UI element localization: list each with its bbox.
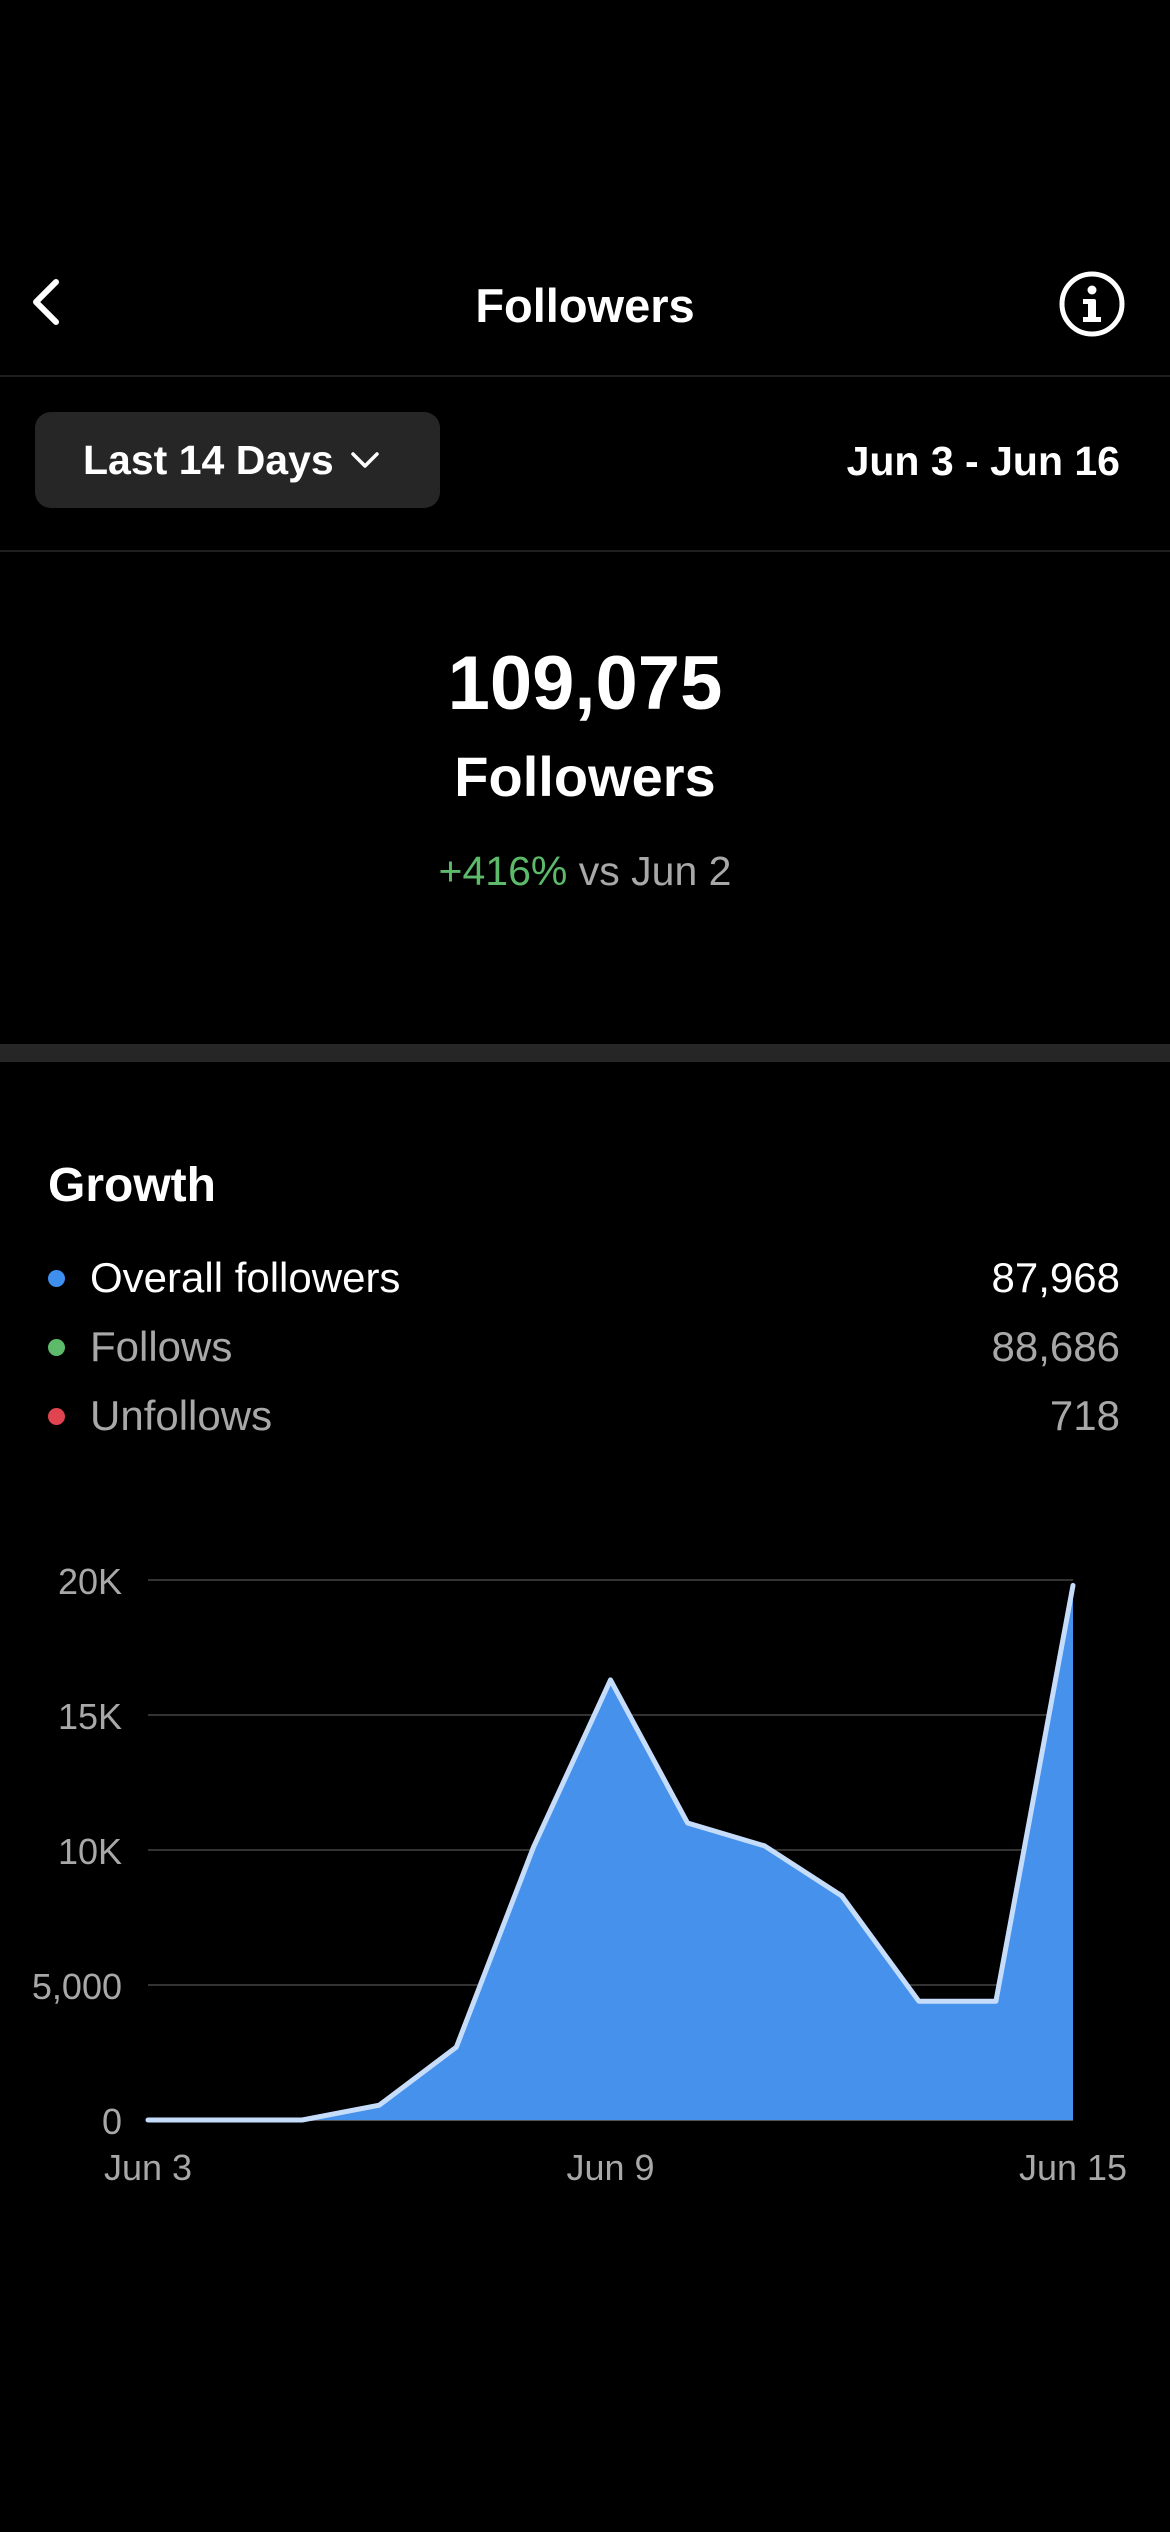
green-dot-icon <box>48 1338 65 1356</box>
date-range-label: Last 14 Days <box>83 436 334 483</box>
follower-count: 109,075 <box>447 641 723 726</box>
section-separator <box>0 1044 1170 1062</box>
y-tick-label: 10K <box>58 1831 122 1872</box>
x-tick-label: Jun 15 <box>1019 2147 1127 2188</box>
header-divider <box>0 375 1170 377</box>
x-tick-label: Jun 9 <box>566 2147 654 2188</box>
nav-bar: Followers <box>0 230 1170 376</box>
data-point <box>918 2000 920 2002</box>
legend-label: Unfollows <box>90 1392 273 1439</box>
y-tick-label: 20K <box>58 1561 122 1602</box>
x-tick-label: Jun 3 <box>104 2147 192 2188</box>
data-point <box>995 2000 997 2002</box>
data-point <box>764 1845 766 1847</box>
date-range-dropdown[interactable]: Last 14 Days <box>35 412 440 508</box>
chevron-down-icon <box>350 452 379 468</box>
red-dot-icon <box>48 1407 65 1425</box>
filter-divider <box>0 550 1170 552</box>
area-fill <box>148 1585 1073 2120</box>
growth-title: Growth <box>48 1159 216 1212</box>
legend-unfollows: Unfollows 718 <box>48 1388 1120 1444</box>
change-comparison: vs Jun 2 <box>567 848 732 894</box>
y-tick-label: 5,000 <box>32 1966 122 2007</box>
growth-chart: 0 5,000 10K 15K 20K Jun 3 Jun 9 Jun 15 <box>32 1561 1127 2188</box>
legend-follows: Follows 88,686 <box>48 1319 1120 1375</box>
page-title: Followers <box>475 279 695 332</box>
legend-value: 87,968 <box>991 1254 1120 1301</box>
legend-value: 718 <box>1049 1392 1120 1439</box>
data-point <box>841 1895 843 1897</box>
data-point <box>224 2119 226 2121</box>
legend-overall-followers: Overall followers 87,968 <box>48 1250 1120 1306</box>
data-point <box>147 2119 149 2121</box>
legend-value: 88,686 <box>991 1323 1120 1370</box>
blue-dot-icon <box>48 1269 65 1287</box>
data-point <box>455 2046 457 2048</box>
info-icon[interactable] <box>1058 270 1126 338</box>
legend-label: Follows <box>90 1323 233 1370</box>
legend-label: Overall followers <box>90 1254 401 1301</box>
data-point <box>610 1679 611 1681</box>
y-tick-label: 0 <box>102 2101 122 2142</box>
data-point <box>532 1846 534 1848</box>
data-point <box>1072 1584 1074 1586</box>
data-point <box>301 2119 303 2121</box>
y-tick-label: 15K <box>58 1696 122 1737</box>
data-point <box>687 1822 689 1824</box>
data-point <box>378 2104 380 2106</box>
date-range-text: Jun 3 - Jun 16 <box>846 438 1120 484</box>
follower-change: +416% vs Jun 2 <box>0 848 1170 895</box>
follower-count-label: Followers <box>454 745 716 808</box>
change-percent: +416% <box>438 848 568 894</box>
